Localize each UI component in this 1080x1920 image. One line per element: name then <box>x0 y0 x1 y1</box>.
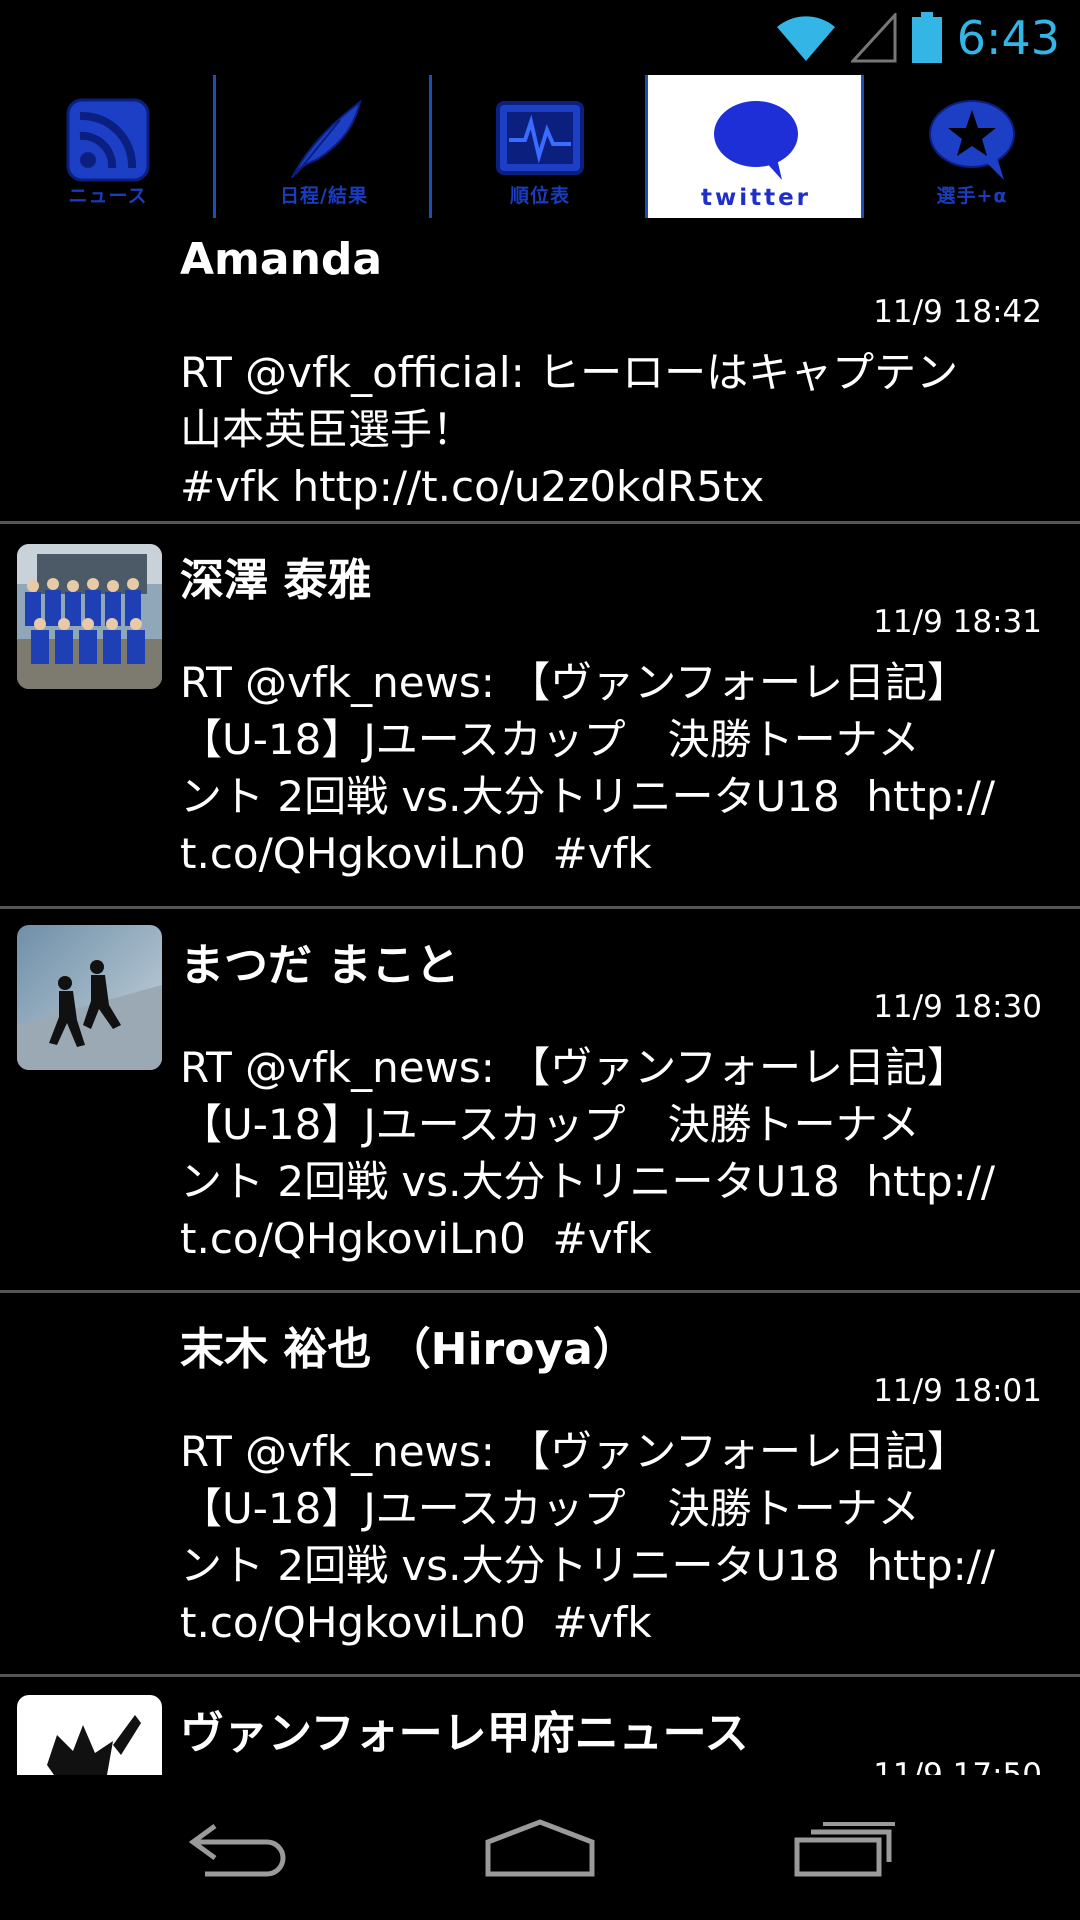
tweet-text: RT @vfk_news: 【ヴァンフォーレ日記】 【U-18】Jユースカップ … <box>180 1043 996 1263</box>
battery-icon <box>911 12 943 64</box>
team-photo-avatar[interactable] <box>17 544 162 689</box>
tweet-text: RT @vfk_official: ヒーローはキャプテン 山本英臣選手！ #vf… <box>180 348 959 511</box>
silhouette-photo-avatar[interactable] <box>17 925 162 1070</box>
home-button[interactable] <box>460 1800 620 1900</box>
cell-signal-icon <box>850 13 897 63</box>
tweet-timestamp: 11/9 18:01 <box>873 1373 1042 1409</box>
status-bar: 6:43 <box>0 0 1080 75</box>
back-icon <box>185 1818 295 1882</box>
tweet-timestamp: 11/9 18:42 <box>873 294 1042 330</box>
clock: 6:43 <box>956 11 1060 65</box>
quill-icon <box>282 95 366 185</box>
tweet-username: まつだ まこと <box>180 940 460 991</box>
tweet-list[interactable]: Amanda 11/9 18:42 RT @vfk_official: ヒーロー… <box>0 218 1080 1775</box>
mascot-avatar[interactable] <box>17 1695 162 1775</box>
recent-apps-icon <box>789 1818 899 1882</box>
tweet-item[interactable]: まつだ まこと 11/9 18:30 RT @vfk_news: 【ヴァンフォー… <box>0 909 1080 1293</box>
tweet-item[interactable]: 深澤 泰雅 11/9 18:31 RT @vfk_news: 【ヴァンフォーレ日… <box>0 524 1080 908</box>
tweet-timestamp: 11/9 18:31 <box>873 604 1042 640</box>
tweet-item[interactable]: 末木 裕也 （Hiroya） 11/9 18:01 RT @vfk_news: … <box>0 1293 1080 1677</box>
tab-schedule[interactable]: 日程/結果 <box>216 75 432 218</box>
tweet-username: Amanda <box>180 234 383 285</box>
tab-bar: ニュース 日程/結果 順位表 twitter 選手+α <box>0 75 1080 218</box>
tweet-username: ヴァンフォーレ甲府ニュース <box>180 1708 749 1759</box>
star-bubble-icon <box>926 95 1018 185</box>
home-icon <box>480 1818 600 1882</box>
tweet-username: 末木 裕也 （Hiroya） <box>180 1324 637 1375</box>
pulse-chart-icon <box>495 95 585 185</box>
speech-bubble-icon <box>710 95 802 185</box>
tweet-text: RT @vfk_news: 【ヴァンフォーレ日記】 【U-18】Jユースカップ … <box>180 1427 996 1647</box>
tweet-item[interactable]: ヴァンフォーレ甲府ニュース 11/9 17:50 <box>0 1677 1080 1775</box>
tab-news[interactable]: ニュース <box>0 75 216 218</box>
tab-twitter[interactable]: twitter <box>648 75 864 218</box>
tweet-timestamp: 11/9 18:30 <box>873 989 1042 1025</box>
tweet-username: 深澤 泰雅 <box>180 555 372 606</box>
wifi-icon <box>775 13 837 63</box>
tab-players[interactable]: 選手+α <box>864 75 1080 218</box>
rss-icon <box>66 95 150 185</box>
nav-bar <box>0 1775 1080 1920</box>
back-button[interactable] <box>160 1800 320 1900</box>
recent-apps-button[interactable] <box>764 1800 924 1900</box>
tweet-timestamp: 11/9 17:50 <box>873 1757 1042 1775</box>
tab-standings[interactable]: 順位表 <box>432 75 648 218</box>
tweet-text: RT @vfk_news: 【ヴァンフォーレ日記】 【U-18】Jユースカップ … <box>180 658 996 878</box>
